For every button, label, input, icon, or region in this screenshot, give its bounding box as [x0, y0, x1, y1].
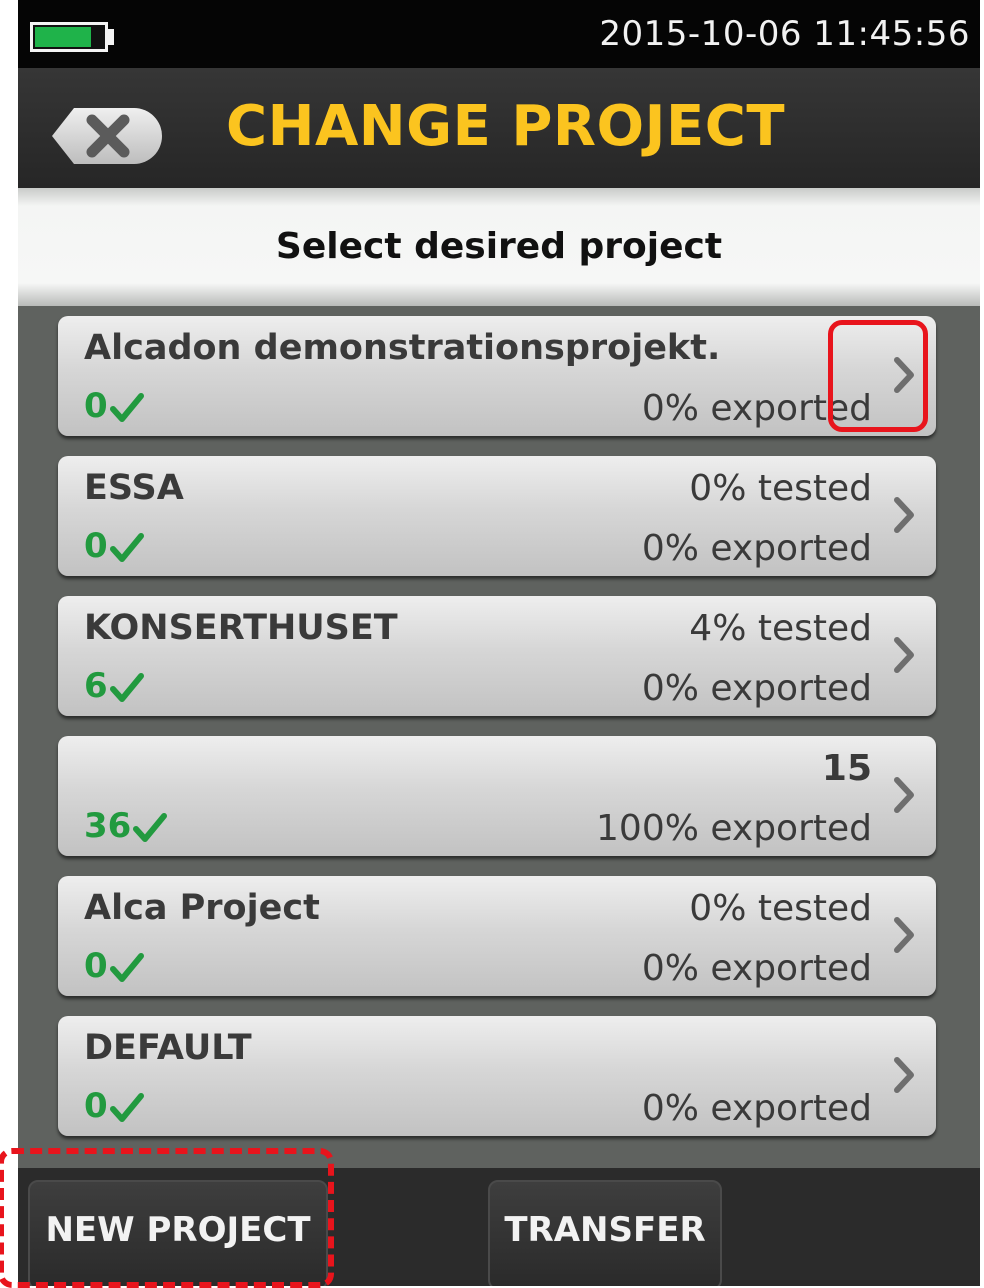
status-datetime: 2015-10-06 11:45:56 [599, 14, 970, 54]
checkmark-icon [109, 1093, 144, 1122]
project-tested: 4% tested [689, 608, 872, 649]
project-name: Alcadon demonstrationsprojekt. [84, 328, 721, 368]
battery-level-fill [35, 27, 91, 47]
project-row[interactable]: 15 36 100% exported [58, 736, 936, 856]
project-tested: 0% tested [689, 888, 872, 929]
close-button[interactable] [52, 108, 162, 164]
transfer-button[interactable]: TRANSFER [488, 1180, 722, 1286]
checkmark-icon [133, 813, 168, 842]
project-row[interactable]: DEFAULT 0 0% exported [58, 1016, 936, 1136]
pass-count-value: 0 [84, 386, 108, 426]
checkmark-icon [109, 393, 144, 422]
project-row[interactable]: Alcadon demonstrationsprojekt. 0 0% expo… [58, 316, 936, 436]
pass-count-value: 0 [84, 946, 108, 986]
battery-icon [30, 22, 108, 52]
transfer-label: TRANSFER [504, 1210, 706, 1250]
project-tested: 0% tested [689, 468, 872, 509]
project-row[interactable]: Alca Project 0% tested 0 0% exported [58, 876, 936, 996]
close-x-icon [86, 114, 130, 158]
project-pass-count: 0 [84, 386, 144, 426]
project-pass-count: 36 [84, 806, 168, 846]
project-name: DEFAULT [84, 1028, 252, 1068]
project-tested: 15 [821, 748, 872, 789]
project-exported: 100% exported [596, 808, 872, 849]
chevron-right-icon[interactable] [892, 776, 916, 814]
checkmark-icon [109, 953, 144, 982]
pass-count-value: 0 [84, 526, 108, 566]
new-project-highlight-annotation [0, 1148, 334, 1288]
project-exported: 0% exported [641, 528, 872, 569]
chevron-right-icon[interactable] [892, 916, 916, 954]
title-bar: CHANGE PROJECT [18, 68, 980, 188]
project-row[interactable]: ESSA 0% tested 0 0% exported [58, 456, 936, 576]
instruction-bar: Select desired project [18, 188, 980, 306]
battery-tip [108, 29, 114, 45]
project-pass-count: 6 [84, 666, 144, 706]
project-exported: 0% exported [641, 1088, 872, 1129]
page-title: CHANGE PROJECT [226, 94, 786, 159]
checkmark-icon [109, 533, 144, 562]
project-exported: 0% exported [641, 948, 872, 989]
pass-count-value: 6 [84, 666, 108, 706]
pass-count-value: 0 [84, 1086, 108, 1126]
project-name: KONSERTHUSET [84, 608, 398, 648]
project-name: ESSA [84, 468, 184, 508]
chevron-highlight-annotation [828, 320, 928, 432]
pass-count-value: 36 [84, 806, 132, 846]
project-pass-count: 0 [84, 946, 144, 986]
project-name: Alca Project [84, 888, 320, 928]
project-pass-count: 0 [84, 526, 144, 566]
chevron-right-icon[interactable] [892, 636, 916, 674]
status-bar: 2015-10-06 11:45:56 [18, 0, 980, 68]
project-pass-count: 0 [84, 1086, 144, 1126]
chevron-right-icon[interactable] [892, 496, 916, 534]
project-exported: 0% exported [641, 668, 872, 709]
checkmark-icon [109, 673, 144, 702]
project-row[interactable]: KONSERTHUSET 4% tested 6 0% exported [58, 596, 936, 716]
instruction-text: Select desired project [275, 226, 723, 267]
chevron-right-icon[interactable] [892, 1056, 916, 1094]
device-screen: 2015-10-06 11:45:56 CHANGE PROJECT Selec… [18, 0, 980, 1286]
